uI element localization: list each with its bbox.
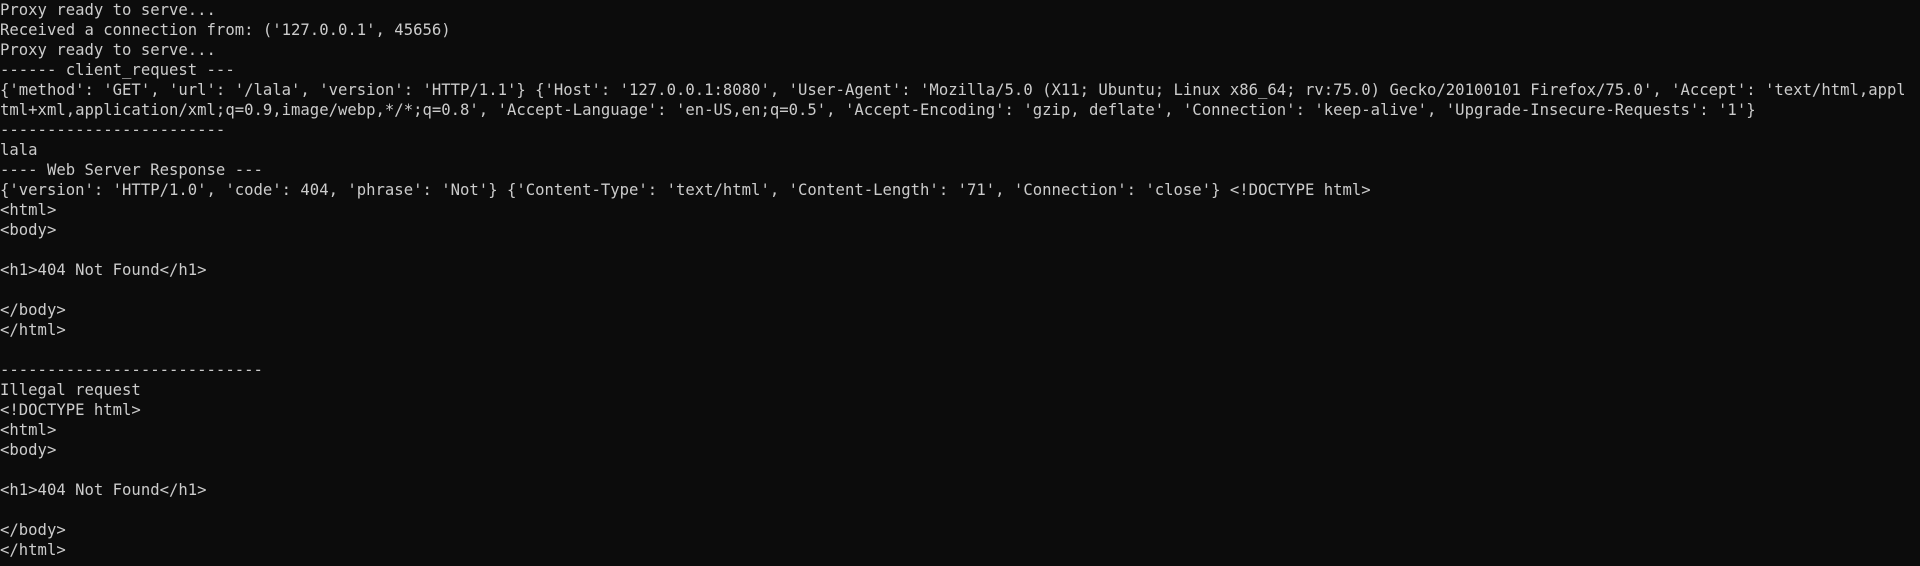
terminal-line: ---------------------------- xyxy=(0,361,263,379)
terminal-line: Proxy ready to serve... xyxy=(0,41,216,59)
terminal-line: <html> xyxy=(0,421,57,439)
terminal-line: </body> xyxy=(0,301,66,319)
terminal-line: </html> xyxy=(0,321,66,339)
terminal-line: tml+xml,application/xml;q=0.9,image/webp… xyxy=(0,101,1756,119)
terminal-line: <h1>404 Not Found</h1> xyxy=(0,261,207,279)
terminal-line: ---- Web Server Response --- xyxy=(0,161,263,179)
vertical-scrollbar[interactable] xyxy=(1904,0,1920,566)
terminal-output: Proxy ready to serve... Received a connec… xyxy=(0,0,1904,560)
terminal-window[interactable]: Proxy ready to serve... Received a connec… xyxy=(0,0,1920,566)
terminal-line: ------------------------ xyxy=(0,121,226,139)
terminal-line: <body> xyxy=(0,441,57,459)
terminal-line: lala xyxy=(0,141,38,159)
terminal-line: <h1>404 Not Found</h1> xyxy=(0,481,207,499)
terminal-line: Proxy ready to serve... xyxy=(0,1,216,19)
terminal-line: </html> xyxy=(0,541,66,559)
terminal-line: {'method': 'GET', 'url': '/lala', 'versi… xyxy=(0,81,1904,99)
terminal-line: Illegal request xyxy=(0,381,141,399)
terminal-line: ------ client_request --- xyxy=(0,61,235,79)
terminal-line: </body> xyxy=(0,521,66,539)
terminal-line: <!DOCTYPE html> xyxy=(0,401,141,419)
terminal-line: <html> xyxy=(0,201,57,219)
terminal-line: <body> xyxy=(0,221,57,239)
terminal-line: Received a connection from: ('127.0.0.1'… xyxy=(0,21,451,39)
terminal-line: {'version': 'HTTP/1.0', 'code': 404, 'ph… xyxy=(0,181,1371,199)
